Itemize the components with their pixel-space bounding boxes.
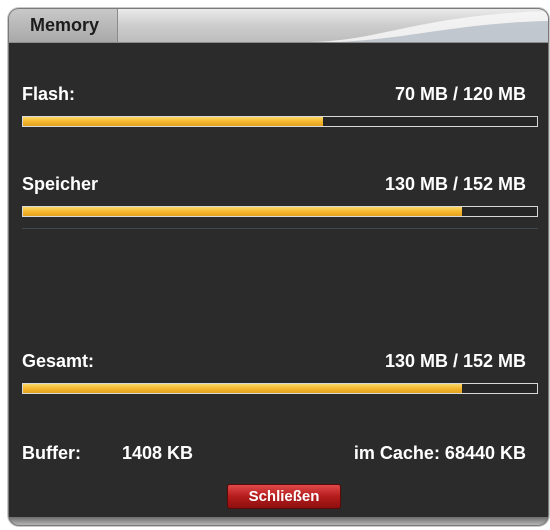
gesamt-progress-bar (22, 383, 538, 394)
gesamt-progress-fill (23, 384, 463, 393)
flash-progress-bar (22, 116, 538, 127)
speicher-label: Speicher (22, 174, 99, 194)
gesamt-value: 130 MB / 152 MB (384, 351, 526, 371)
title-swoosh-decoration (308, 11, 548, 42)
section-divider (22, 228, 538, 229)
memory-dialog: Memory Flash: 70 MB / 120 MB Speicher 13… (9, 9, 548, 525)
window-bottom-edge (9, 517, 548, 525)
title-bar: Memory (9, 9, 548, 43)
speicher-progress-fill (23, 207, 463, 216)
gesamt-label: Gesamt: (22, 351, 95, 371)
buffer-value: 1408 KB (122, 443, 194, 463)
flash-label: Flash: (22, 84, 76, 104)
flash-progress-fill (23, 117, 323, 126)
flash-value: 70 MB / 120 MB (394, 84, 526, 104)
speicher-value: 130 MB / 152 MB (384, 174, 526, 194)
close-button[interactable]: Schließen (228, 485, 340, 508)
cache-info: im Cache: 68440 KB (353, 443, 526, 463)
window-title: Memory (30, 15, 100, 35)
buffer-label: Buffer: (22, 443, 81, 463)
speicher-progress-bar (22, 206, 538, 217)
